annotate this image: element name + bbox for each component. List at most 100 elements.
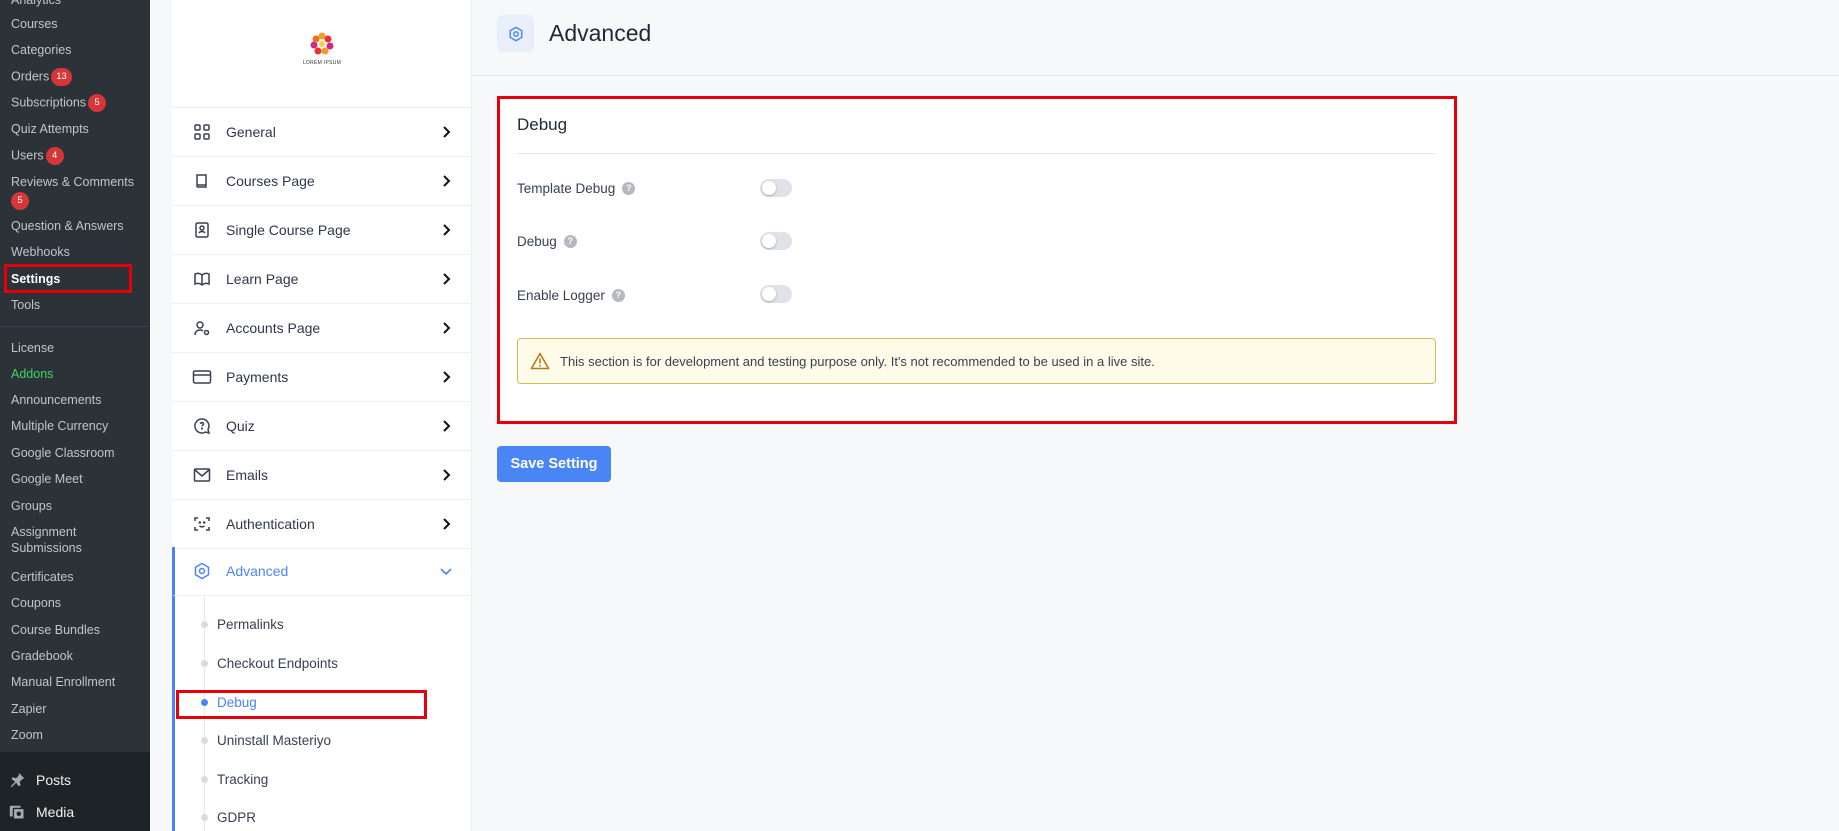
wp-menu-coupons[interactable]: Coupons [11,595,61,611]
template-debug-row: Template Debug ? [517,176,636,200]
template-debug-label: Template Debug [517,180,616,196]
wp-menu-courses[interactable]: Courses [11,16,58,32]
nav-advanced-label: Advanced [226,563,289,579]
nav-single-course-page[interactable]: Single Course Page [172,206,472,255]
help-icon[interactable]: ? [563,234,577,248]
wp-menu-announcements[interactable]: Announcements [11,392,101,408]
wp-menu-media[interactable]: Media [8,803,74,821]
sub-debug[interactable]: Debug [175,687,465,717]
nav-emails[interactable]: Emails [172,451,472,500]
nav-advanced[interactable]: Advanced [172,547,472,596]
sub-debug-label: Debug [217,694,257,710]
sub-uninstall-masteriyo[interactable]: Uninstall Masteriyo [175,725,465,755]
sub-tracking[interactable]: Tracking [175,764,465,794]
header-divider [472,75,1839,76]
chevron-right-icon [443,322,451,334]
nav-authentication[interactable]: Authentication [172,500,472,549]
wp-menu-groups[interactable]: Groups [11,498,52,514]
nav-accounts-page-label: Accounts Page [226,320,321,336]
grid-icon [192,122,212,142]
menu-divider [0,326,150,327]
credit-card-icon [192,367,212,387]
wp-menu-subscriptions[interactable]: Subscriptions 5 [11,94,107,112]
orders-count-badge: 13 [51,68,72,86]
wp-menu-addons[interactable]: Addons [11,366,53,382]
media-icon [9,805,25,820]
subscriptions-count-badge: 5 [88,94,107,112]
wp-menu-posts-label: Posts [36,772,72,788]
bullet-dot [201,620,208,628]
wp-menu-manual-enrollment[interactable]: Manual Enrollment [11,674,115,690]
bullet-dot [201,736,208,744]
wp-menu-orders[interactable]: Orders 13 [11,68,72,86]
debug-row: Debug ? [517,229,577,253]
help-icon[interactable]: ? [611,288,625,302]
sub-permalinks[interactable]: Permalinks [175,609,465,639]
help-icon[interactable]: ? [622,181,636,195]
page-title: Advanced [549,20,652,46]
hexagon-gear-icon [192,561,212,581]
enable-logger-toggle[interactable] [760,285,792,303]
settings-nav-panel: LOREM IPSUM General Courses Page Single … [172,0,472,831]
hexagon-gear-icon [509,26,522,41]
active-bullet-dot [201,698,208,706]
wp-menu-tools[interactable]: Tools [11,297,40,313]
wp-menu-course-bundles[interactable]: Course Bundles [11,622,100,638]
wp-menu-multiple-currency[interactable]: Multiple Currency [11,418,108,434]
logo-text: LOREM IPSUM [302,60,342,66]
sub-checkout-endpoints[interactable]: Checkout Endpoints [175,648,465,678]
sub-gdpr-label: GDPR [217,809,257,825]
wp-menu-posts[interactable]: Posts [8,771,71,789]
sub-gdpr[interactable]: GDPR [175,802,465,831]
toggle-knob [762,287,776,301]
wp-menu-license[interactable]: License [11,340,54,356]
flower-logo-icon [310,32,334,55]
wp-menu-webhooks[interactable]: Webhooks [11,244,70,260]
nav-courses-page[interactable]: Courses Page [172,157,472,206]
wp-menu-gradebook[interactable]: Gradebook [11,648,73,664]
wp-menu-categories[interactable]: Categories [11,42,71,58]
nav-single-course-page-label: Single Course Page [226,222,351,238]
warning-text: This section is for development and test… [560,353,1155,369]
nav-accounts-page[interactable]: Accounts Page [172,304,472,353]
bullet-dot [201,813,208,821]
wp-menu-reviews-label: Reviews & Comments [11,175,134,189]
save-setting-button[interactable]: Save Setting [497,446,611,482]
wp-menu-zapier[interactable]: Zapier [11,701,46,717]
chevron-right-icon [443,469,451,481]
sub-tracking-label: Tracking [217,771,269,787]
wp-menu-users[interactable]: Users 4 [11,147,64,165]
debug-toggle[interactable] [760,232,792,250]
chevron-right-icon [443,420,451,432]
pushpin-icon [10,772,25,788]
chevron-right-icon [443,273,451,285]
wp-menu-settings[interactable]: Settings [11,271,60,287]
chevron-right-icon [443,371,451,383]
nav-payments[interactable]: Payments [172,353,472,402]
advanced-submenu: Permalinks Checkout Endpoints Debug Unin… [172,596,472,831]
wp-menu-subscriptions-label: Subscriptions [11,95,87,110]
users-count-badge: 4 [45,147,64,165]
wp-menu-reviews[interactable]: Reviews & Comments [11,174,134,190]
wp-menu-google-meet[interactable]: Google Meet [11,471,83,487]
wp-menu-media-label: Media [36,804,75,820]
nav-general-label: General [226,124,276,140]
nav-general[interactable]: General [172,108,472,157]
reviews-count-badge: 5 [11,192,29,210]
wp-menu-analytics[interactable]: Analytics [11,0,61,8]
template-debug-toggle[interactable] [760,179,792,197]
nav-quiz[interactable]: Quiz [172,402,472,451]
wp-menu-google-classroom[interactable]: Google Classroom [11,445,115,461]
sub-uninstall-label: Uninstall Masteriyo [217,732,332,748]
wp-menu-zoom[interactable]: Zoom [11,727,43,743]
nav-learn-page[interactable]: Learn Page [172,255,472,304]
wp-menu-question-answers[interactable]: Question & Answers [11,218,124,234]
wp-menu-assignment-submissions[interactable]: Assignment Submissions [11,524,136,556]
wp-menu-quiz-attempts[interactable]: Quiz Attempts [11,121,89,137]
debug-label: Debug [517,233,557,249]
nav-courses-page-label: Courses Page [226,173,315,189]
wp-menu-certificates[interactable]: Certificates [11,569,74,585]
wp-menu-users-label: Users [11,148,44,163]
reviews-badge-wrap: 5 [11,192,29,210]
advanced-header-icon [497,15,534,52]
